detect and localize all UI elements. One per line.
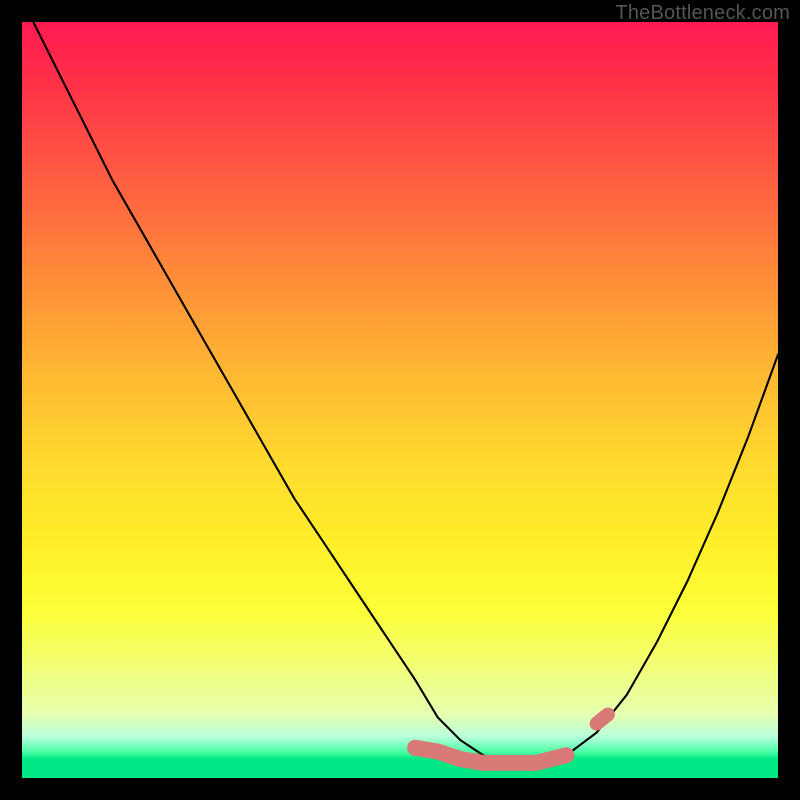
bottleneck-chart — [22, 22, 778, 778]
highlight-segment-1 — [597, 715, 608, 724]
chart-gradient-area — [22, 22, 778, 778]
bottleneck-curve-line — [22, 22, 778, 763]
highlight-segment-0 — [415, 748, 566, 763]
watermark-text: TheBottleneck.com — [615, 2, 790, 25]
